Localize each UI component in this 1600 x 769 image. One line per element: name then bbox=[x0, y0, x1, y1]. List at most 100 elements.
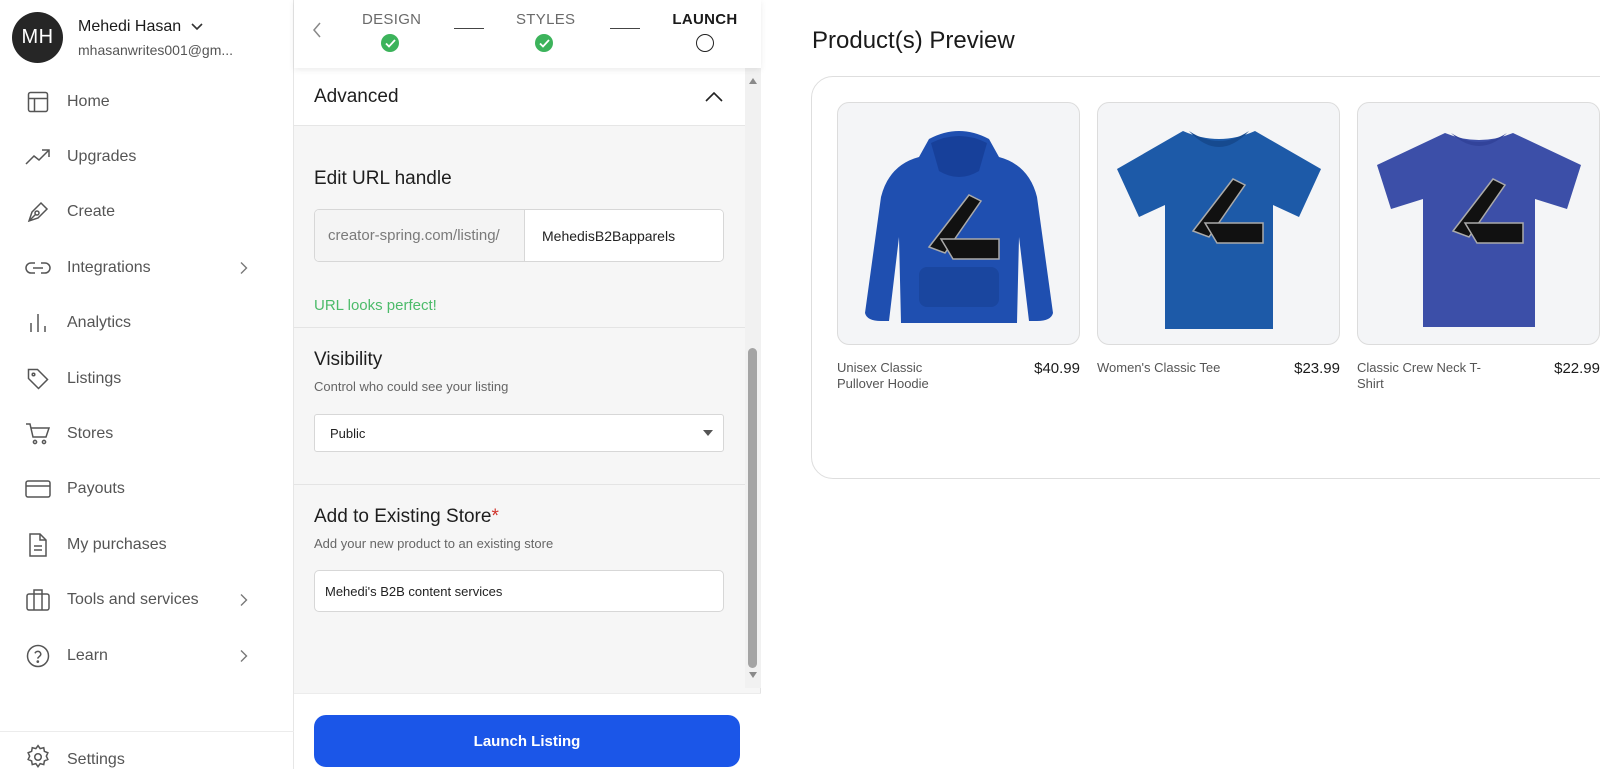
hoodie-image bbox=[864, 130, 1053, 323]
settings-label: Settings bbox=[67, 750, 125, 768]
visibility-section: Visibility Control who could see your li… bbox=[294, 328, 745, 485]
tag-icon bbox=[25, 366, 51, 392]
app-window: MH Mehedi Hasan mhasanwrites001@gm... Ho… bbox=[0, 0, 1600, 769]
stepper: DESIGN STYLES LAUNCH bbox=[294, 0, 761, 68]
advanced-section-header[interactable]: Advanced bbox=[294, 68, 745, 126]
user-email: mhasanwrites001@gm... bbox=[78, 41, 234, 58]
check-circle-icon bbox=[535, 34, 553, 52]
product-card[interactable]: Women's Classic Tee $23.99 bbox=[1097, 102, 1340, 392]
sidebar-item-label: Tools and services bbox=[67, 591, 199, 609]
home-icon bbox=[25, 89, 51, 115]
sidebar-item-label: Learn bbox=[67, 646, 108, 664]
product-image bbox=[1357, 102, 1600, 345]
store-title: Add to Existing Store bbox=[314, 506, 492, 527]
tee-image bbox=[1376, 132, 1581, 327]
pen-tool-icon bbox=[25, 199, 51, 225]
sidebar-item-label: Analytics bbox=[67, 314, 132, 332]
sidebar: MH Mehedi Hasan mhasanwrites001@gm... Ho… bbox=[0, 0, 294, 769]
sidebar-item-label: Create bbox=[67, 203, 116, 221]
credit-card-icon bbox=[25, 476, 51, 502]
chevron-right-icon bbox=[240, 594, 248, 607]
product-price: $22.99 bbox=[1554, 360, 1600, 377]
gear-icon bbox=[25, 744, 51, 769]
sidebar-item-create[interactable]: Create bbox=[0, 185, 294, 240]
visibility-subtitle: Control who could see your listing bbox=[314, 379, 509, 394]
chevron-down-icon[interactable] bbox=[191, 22, 203, 31]
product-price: $40.99 bbox=[1034, 360, 1080, 377]
chevron-right-icon bbox=[240, 261, 248, 274]
preview-title: Product(s) Preview bbox=[812, 27, 1015, 54]
store-subtitle: Add your new product to an existing stor… bbox=[314, 536, 554, 551]
panel-scrollbar[interactable] bbox=[745, 68, 761, 688]
product-list: Unisex Classic Pullover Hoodie $40.99 Wo… bbox=[837, 102, 1600, 392]
sidebar-item-tools-and-services[interactable]: Tools and services bbox=[0, 573, 294, 628]
chevron-left-icon[interactable] bbox=[312, 22, 322, 38]
sidebar-item-label: Payouts bbox=[67, 480, 125, 498]
step-styles[interactable]: STYLES bbox=[516, 11, 576, 52]
sidebar-item-home[interactable]: Home bbox=[0, 74, 294, 129]
cart-icon bbox=[25, 421, 51, 447]
bar-chart-icon bbox=[25, 310, 51, 336]
product-card[interactable]: Classic Crew Neck T-Shirt $22.99 bbox=[1357, 102, 1600, 392]
scroll-down-arrow-icon[interactable] bbox=[749, 672, 757, 678]
tee-image bbox=[1116, 130, 1321, 329]
step-styles-label: STYLES bbox=[516, 11, 576, 28]
url-handle-input[interactable] bbox=[525, 210, 723, 261]
sidebar-item-analytics[interactable]: Analytics bbox=[0, 296, 294, 351]
sidebar-item-payouts[interactable]: Payouts bbox=[0, 462, 294, 517]
sidebar-item-settings[interactable]: Settings bbox=[0, 732, 294, 769]
launch-panel: DESIGN STYLES LAUNCH Advanced Edit URL h… bbox=[294, 0, 761, 769]
scrollbar-thumb[interactable] bbox=[748, 348, 757, 668]
url-handle-field: creator-spring.com/listing/ bbox=[314, 209, 724, 262]
preview-card: Unisex Classic Pullover Hoodie $40.99 Wo… bbox=[811, 76, 1600, 479]
scroll-up-arrow-icon[interactable] bbox=[749, 78, 757, 84]
chevron-up-icon[interactable] bbox=[705, 91, 723, 102]
briefcase-icon bbox=[25, 587, 51, 613]
launch-listing-button[interactable]: Launch Listing bbox=[314, 715, 740, 767]
advanced-title: Advanced bbox=[314, 85, 399, 107]
sidebar-item-learn[interactable]: Learn bbox=[0, 628, 294, 683]
visibility-title: Visibility bbox=[314, 349, 383, 370]
sidebar-item-label: Stores bbox=[67, 425, 114, 443]
sidebar-item-label: Integrations bbox=[67, 258, 151, 276]
step-launch[interactable]: LAUNCH bbox=[672, 11, 738, 52]
chevron-right-icon bbox=[240, 649, 248, 662]
existing-store-input[interactable]: Mehedi's B2B content services bbox=[314, 570, 724, 612]
document-icon bbox=[25, 532, 51, 558]
sidebar-item-stores[interactable]: Stores bbox=[0, 406, 294, 461]
url-status-message: URL looks perfect! bbox=[314, 297, 437, 314]
sidebar-item-upgrades[interactable]: Upgrades bbox=[0, 129, 294, 184]
product-image bbox=[837, 102, 1080, 345]
sidebar-item-label: Home bbox=[67, 92, 110, 110]
link-icon bbox=[25, 255, 51, 281]
step-launch-label: LAUNCH bbox=[672, 11, 738, 28]
sidebar-item-my-purchases[interactable]: My purchases bbox=[0, 517, 294, 572]
circle-icon bbox=[696, 34, 714, 52]
step-divider bbox=[610, 28, 640, 29]
caret-down-icon bbox=[703, 430, 713, 436]
product-image bbox=[1097, 102, 1340, 345]
sidebar-item-label: Upgrades bbox=[67, 148, 137, 166]
sidebar-item-integrations[interactable]: Integrations bbox=[0, 240, 294, 295]
url-prefix: creator-spring.com/listing/ bbox=[315, 210, 525, 261]
step-divider bbox=[454, 28, 484, 29]
product-card[interactable]: Unisex Classic Pullover Hoodie $40.99 bbox=[837, 102, 1080, 392]
step-design[interactable]: DESIGN bbox=[362, 11, 421, 52]
required-mark: * bbox=[491, 506, 499, 527]
visibility-select[interactable]: Public bbox=[314, 414, 724, 452]
product-name: Unisex Classic Pullover Hoodie bbox=[837, 360, 929, 391]
product-price: $23.99 bbox=[1294, 360, 1340, 377]
product-name: Women's Classic Tee bbox=[1097, 360, 1221, 375]
check-circle-icon bbox=[381, 34, 399, 52]
trending-up-icon bbox=[25, 144, 51, 170]
avatar: MH bbox=[12, 12, 63, 63]
sidebar-nav: Home Upgrades Create Integrations Analyt… bbox=[0, 74, 294, 683]
sidebar-item-listings[interactable]: Listings bbox=[0, 351, 294, 406]
user-menu[interactable]: MH Mehedi Hasan mhasanwrites001@gm... bbox=[12, 12, 233, 63]
settings-scroll-area: Advanced Edit URL handle creator-spring.… bbox=[294, 68, 745, 696]
help-circle-icon bbox=[25, 643, 51, 669]
visibility-selected-value: Public bbox=[330, 425, 366, 441]
sidebar-item-label: Listings bbox=[67, 369, 122, 387]
user-name: Mehedi Hasan bbox=[78, 17, 182, 35]
url-handle-section: Edit URL handle creator-spring.com/listi… bbox=[294, 126, 745, 328]
